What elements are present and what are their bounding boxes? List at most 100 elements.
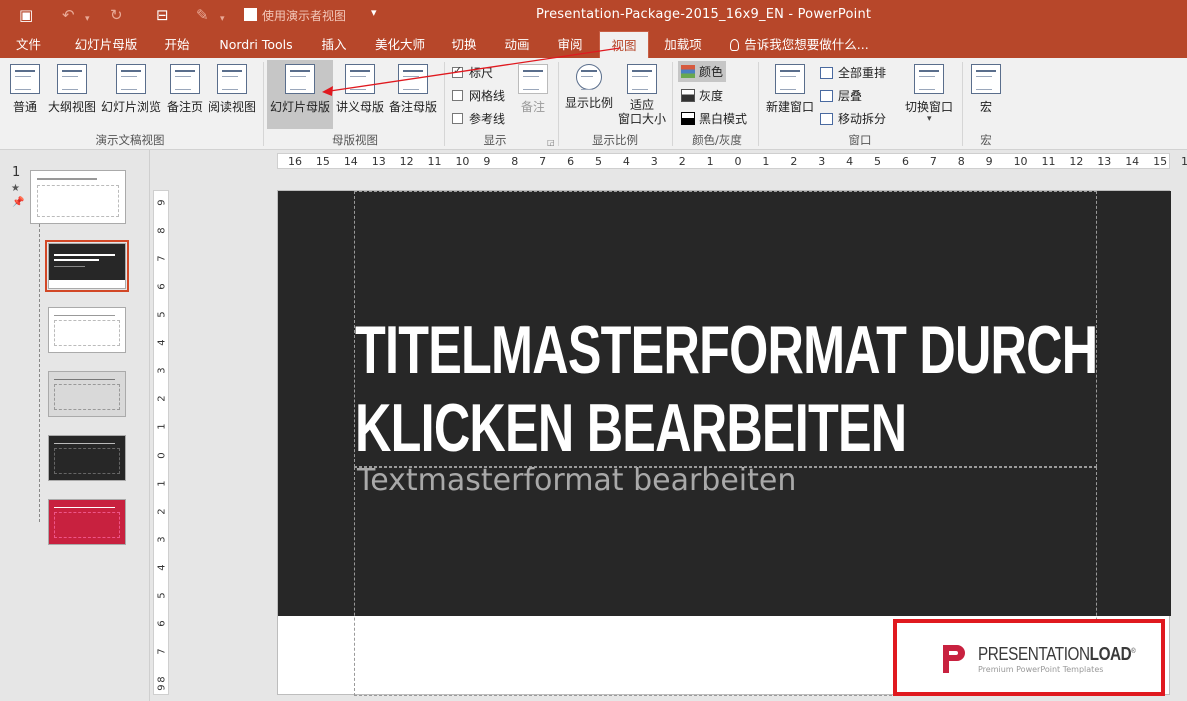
notes-page-button[interactable]: 备注页: [165, 64, 205, 115]
color-swatch-icon: [681, 65, 695, 78]
handout-master-icon: [345, 64, 375, 94]
tab-nordri-tools[interactable]: Nordri Tools: [211, 31, 301, 58]
group-label-window: 窗口: [848, 133, 872, 147]
customize-quick-access-icon[interactable]: ▾: [371, 6, 377, 19]
macros-button[interactable]: 宏: [968, 64, 1004, 115]
ruler-tick-label: 1: [156, 479, 168, 487]
new-window-button[interactable]: 新建窗口: [763, 64, 817, 115]
tab-addins[interactable]: 加载项: [657, 31, 709, 58]
ruler-tick-label: 3: [156, 535, 168, 543]
tab-file[interactable]: 文件: [6, 31, 51, 58]
ruler-tick-label: 2: [156, 507, 168, 515]
cascade-button[interactable]: 层叠: [820, 87, 862, 104]
group-divider: [444, 62, 445, 146]
reading-view-button[interactable]: 阅读视图: [207, 64, 257, 115]
slide-master-icon: [285, 64, 315, 94]
ribbon: 普通 大纲视图 幻灯片浏览 备注页 阅读视图 演示文稿视图 幻灯片母版 讲义母版…: [0, 58, 1187, 150]
slide-title[interactable]: TITELMASTERFORMAT DURCH KLICKEN BEARBEIT…: [355, 311, 1098, 467]
layout-thumbnail[interactable]: [48, 307, 126, 353]
outline-view-button[interactable]: 大纲视图: [47, 64, 97, 115]
tab-transitions[interactable]: 切换: [443, 31, 485, 58]
arrange-all-icon: [820, 67, 833, 79]
logo-tagline: Premium PowerPoint Templates: [978, 665, 1104, 674]
slide-sorter-button[interactable]: 幻灯片浏览: [100, 64, 162, 115]
zoom-button[interactable]: 显示比例: [563, 64, 615, 111]
ruler-tick-label: 3: [650, 155, 658, 168]
show-dialog-launcher-icon[interactable]: ◲: [547, 138, 555, 147]
layout-thumbnail-title[interactable]: [45, 240, 129, 292]
new-window-icon: [775, 64, 805, 94]
cascade-icon: [820, 90, 833, 102]
notes-button[interactable]: 备注: [516, 64, 550, 115]
logo-highlight-box: PRESENTATIONLOAD® Premium PowerPoint Tem…: [893, 619, 1165, 696]
switch-windows-dropdown-icon[interactable]: ▾: [927, 114, 932, 124]
slide-master-view-button[interactable]: 幻灯片母版: [267, 60, 333, 129]
tab-beautify[interactable]: 美化大师: [367, 31, 433, 58]
tab-review[interactable]: 审阅: [549, 31, 591, 58]
presenter-view-checkbox[interactable]: [244, 8, 257, 21]
title-bar: ▣ ↶ ▾ ↻ ⊟ ✎ ▾ 使用演示者视图 ▾ Presentation-Pac…: [0, 0, 1187, 31]
gridlines-checkbox[interactable]: 网格线: [452, 87, 505, 104]
group-label-show: 显示: [483, 133, 507, 147]
ruler-tick-label: 11: [427, 155, 442, 168]
ruler-tick-label: 15: [315, 155, 330, 168]
window-title: Presentation-Package-2015_16x9_EN - Powe…: [536, 7, 872, 22]
ruler-tick-label: 16: [1181, 155, 1187, 168]
slide-subtitle[interactable]: Textmasterformat bearbeiten: [357, 463, 796, 498]
tab-animations[interactable]: 动画: [496, 31, 538, 58]
ruler-tick-label: 8: [156, 227, 168, 234]
ruler-tick-label: 5: [874, 155, 882, 168]
black-white-mode-button[interactable]: 黑白模式: [681, 110, 747, 127]
start-from-beginning-icon[interactable]: ⊟: [156, 6, 169, 24]
ruler-tick-label: 13: [1097, 155, 1112, 168]
move-split-icon: [820, 113, 833, 125]
tell-me-search[interactable]: 告诉我您想要做什么...: [727, 31, 872, 58]
arrange-all-button[interactable]: 全部重排: [820, 64, 886, 81]
group-label-presentation-views: 演示文稿视图: [95, 133, 165, 147]
switch-windows-button[interactable]: 切换窗口: [902, 64, 956, 115]
ruler-tick-label: 7: [929, 155, 937, 168]
layout-thumbnail[interactable]: [48, 371, 126, 417]
layout-thumbnail[interactable]: [48, 435, 126, 481]
ruler-checkbox[interactable]: 标尺: [452, 64, 493, 81]
black-white-swatch-icon: [681, 112, 695, 125]
normal-view-button[interactable]: 普通: [6, 64, 44, 115]
undo-icon[interactable]: ↶: [62, 6, 75, 24]
ruler-tick-label: 7: [156, 648, 168, 655]
format-painter-icon[interactable]: ✎: [196, 6, 209, 24]
master-slide-number: 1: [12, 165, 21, 180]
tab-home[interactable]: 开始: [155, 31, 199, 58]
vertical-ruler[interactable]: 9876543210123456789: [153, 190, 169, 695]
grayscale-mode-button[interactable]: 灰度: [681, 87, 723, 104]
undo-dropdown-icon[interactable]: ▾: [85, 10, 90, 28]
color-mode-button[interactable]: 颜色: [678, 61, 727, 82]
tab-slide-master[interactable]: 幻灯片母版: [66, 31, 146, 58]
ruler-tick-label: 5: [156, 592, 168, 599]
ruler-tick-label: 1: [156, 423, 168, 431]
ruler-tick-label: 12: [399, 155, 414, 168]
redo-icon[interactable]: ↻: [110, 6, 123, 24]
presenter-view-label: 使用演示者视图: [262, 9, 347, 23]
ruler-tick-label: 16: [288, 155, 302, 168]
horizontal-ruler[interactable]: 16 15 14 13 12 11 10 9 8 7 6 5 4 3 2 1 0 1 2 3 4 5 6 7 8 9 10 11 12 1…: [277, 153, 1187, 169]
tab-view[interactable]: 视图: [599, 31, 649, 58]
ribbon-tabs: 文件 幻灯片母版 开始 Nordri Tools 插入 美化大师 切换 动画 审…: [0, 31, 1187, 58]
handout-master-button[interactable]: 讲义母版: [335, 64, 385, 115]
ruler-tick-label: 7: [539, 155, 547, 168]
slide-master-thumbnail[interactable]: [30, 170, 126, 224]
layout-thumbnail[interactable]: [48, 499, 126, 545]
ruler-tick-label: 4: [156, 564, 168, 571]
ruler-tick-label: 10: [455, 155, 470, 168]
notes-master-button[interactable]: 备注母版: [388, 64, 438, 115]
ruler-tick-label: 5: [156, 311, 168, 318]
ruler-tick-label: 6: [156, 283, 168, 290]
ruler-tick-label: 2: [678, 155, 686, 168]
ruler-tick-label: 4: [622, 155, 630, 168]
fit-to-window-button[interactable]: 适应 窗口大小: [617, 64, 667, 126]
format-dropdown-icon[interactable]: ▾: [220, 10, 225, 28]
save-icon[interactable]: ▣: [19, 6, 33, 24]
ruler-tick-label: 6: [156, 620, 168, 627]
move-split-button[interactable]: 移动拆分: [820, 110, 886, 127]
guides-checkbox[interactable]: 参考线: [452, 110, 505, 127]
tab-insert[interactable]: 插入: [313, 31, 355, 58]
